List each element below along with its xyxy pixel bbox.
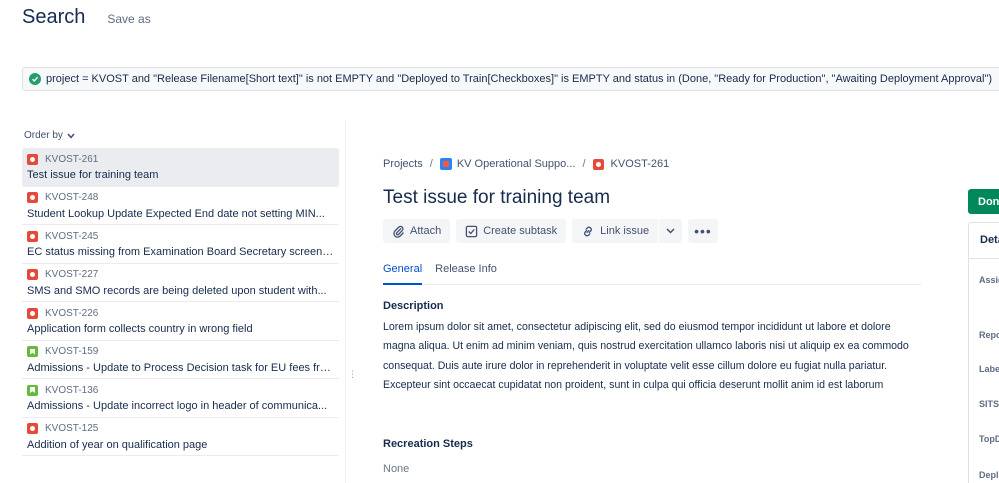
order-by-button[interactable]: Order by bbox=[24, 130, 75, 141]
story-icon bbox=[27, 384, 38, 396]
issue-actions: Attach Create subtask Link issue ••• bbox=[383, 219, 724, 243]
jql-query-input[interactable]: project = KVOST and "Release Filename[Sh… bbox=[22, 67, 999, 91]
recreation-steps-value[interactable]: None bbox=[383, 463, 409, 475]
issue-summary: Application form collects country in wro… bbox=[27, 323, 253, 335]
attach-label: Attach bbox=[410, 225, 442, 237]
bug-icon bbox=[27, 423, 38, 434]
bug-icon bbox=[27, 230, 38, 242]
issue-list-item[interactable]: KVOST-248 Student Lookup Update Expected… bbox=[22, 187, 339, 225]
breadcrumb-issue-key[interactable]: KVOST-261 bbox=[611, 158, 670, 170]
tab-release-info[interactable]: Release Info bbox=[435, 263, 497, 285]
issue-summary: Student Lookup Update Expected End date … bbox=[27, 207, 325, 220]
page-header: Search Save as bbox=[22, 6, 151, 29]
field-label-sits: SITS bbox=[979, 399, 999, 409]
field-label-deployed: Deployed bbox=[979, 470, 999, 480]
issue-list-item[interactable]: KVOST-226 Application form collects coun… bbox=[22, 302, 339, 341]
project-avatar-icon bbox=[439, 158, 452, 170]
subtask-icon bbox=[465, 225, 478, 238]
issue-key: KVOST-261 bbox=[45, 153, 99, 165]
issue-key: KVOST-248 bbox=[45, 192, 99, 203]
issue-list-item[interactable]: KVOST-245 EC status missing from Examina… bbox=[22, 225, 339, 264]
field-label-labels: Labels bbox=[979, 364, 999, 374]
story-icon bbox=[27, 346, 38, 357]
panel-divider bbox=[345, 120, 346, 483]
issue-key: KVOST-226 bbox=[45, 307, 99, 319]
issue-tabs: General Release Info bbox=[383, 263, 921, 285]
chevron-down-icon bbox=[666, 225, 675, 237]
link-issue-button[interactable]: Link issue bbox=[572, 219, 659, 243]
status-button[interactable]: Done bbox=[968, 189, 999, 214]
issue-list-item[interactable]: KVOST-136 Admissions - Update incorrect … bbox=[22, 379, 339, 418]
link-issue-dropdown-button[interactable] bbox=[659, 219, 683, 243]
create-subtask-button[interactable]: Create subtask bbox=[456, 219, 567, 243]
issue-summary: Admissions - Update to Process Decision … bbox=[27, 361, 334, 374]
issue-list-item[interactable]: KVOST-159 Admissions - Update to Process… bbox=[22, 341, 339, 379]
field-label-topdesk: TopDesk bbox=[979, 434, 999, 444]
bug-icon bbox=[27, 307, 38, 319]
breadcrumb-separator: / bbox=[582, 158, 586, 170]
page-title: Search bbox=[22, 6, 86, 28]
issue-title[interactable]: Test issue for training team bbox=[383, 187, 610, 209]
issue-summary: Test issue for training team bbox=[27, 169, 159, 181]
issue-list-item[interactable]: KVOST-227 SMS and SMO records are being … bbox=[22, 264, 339, 302]
more-actions-button[interactable]: ••• bbox=[688, 219, 718, 243]
save-as-button[interactable]: Save as bbox=[107, 12, 150, 26]
paperclip-icon bbox=[392, 225, 405, 238]
issue-summary: EC status missing from Examination Board… bbox=[27, 246, 334, 258]
bug-icon bbox=[592, 158, 604, 170]
order-by-label: Order by bbox=[24, 130, 63, 141]
valid-check-icon bbox=[29, 73, 41, 85]
bug-icon bbox=[27, 153, 38, 165]
link-icon bbox=[581, 225, 595, 238]
issue-key: KVOST-227 bbox=[45, 269, 99, 280]
issue-key: KVOST-245 bbox=[45, 230, 99, 242]
issue-list: KVOST-261 Test issue for training team K… bbox=[22, 148, 339, 456]
details-heading[interactable]: Details bbox=[980, 234, 999, 246]
issue-key: KVOST-136 bbox=[45, 384, 99, 396]
recreation-steps-label: Recreation Steps bbox=[383, 438, 473, 450]
breadcrumb: Projects / KV Operational Suppo... / KVO… bbox=[383, 158, 669, 170]
bug-icon bbox=[27, 269, 38, 280]
issue-key: KVOST-125 bbox=[45, 423, 99, 434]
more-icon: ••• bbox=[694, 223, 712, 239]
attach-button[interactable]: Attach bbox=[383, 219, 451, 243]
issue-list-item[interactable]: KVOST-125 Addition of year on qualificat… bbox=[22, 418, 339, 456]
issue-key: KVOST-159 bbox=[45, 346, 99, 357]
issue-summary: Admissions - Update incorrect logo in he… bbox=[27, 400, 328, 412]
breadcrumb-projects[interactable]: Projects bbox=[383, 158, 423, 170]
issue-summary: SMS and SMO records are being deleted up… bbox=[27, 284, 327, 297]
issue-summary: Addition of year on qualification page bbox=[27, 438, 208, 451]
link-issue-label: Link issue bbox=[600, 225, 650, 237]
breadcrumb-separator: / bbox=[429, 158, 433, 170]
field-label-assignee: Assignee bbox=[979, 275, 999, 285]
issue-list-item[interactable]: KVOST-261 Test issue for training team bbox=[22, 148, 339, 187]
description-label: Description bbox=[383, 300, 444, 312]
tab-general[interactable]: General bbox=[383, 263, 423, 285]
resize-handle-icon[interactable]: ⋮ bbox=[348, 370, 357, 379]
bug-icon bbox=[27, 192, 38, 203]
details-divider bbox=[969, 258, 999, 259]
jql-query-text: project = KVOST and "Release Filename[Sh… bbox=[46, 73, 993, 85]
create-subtask-label: Create subtask bbox=[483, 225, 558, 237]
chevron-down-icon bbox=[67, 131, 75, 141]
description-text[interactable]: Lorem ipsum dolor sit amet, consectetur … bbox=[383, 318, 913, 396]
field-label-reporter: Reporter bbox=[979, 330, 999, 340]
breadcrumb-project[interactable]: KV Operational Suppo... bbox=[457, 158, 576, 170]
